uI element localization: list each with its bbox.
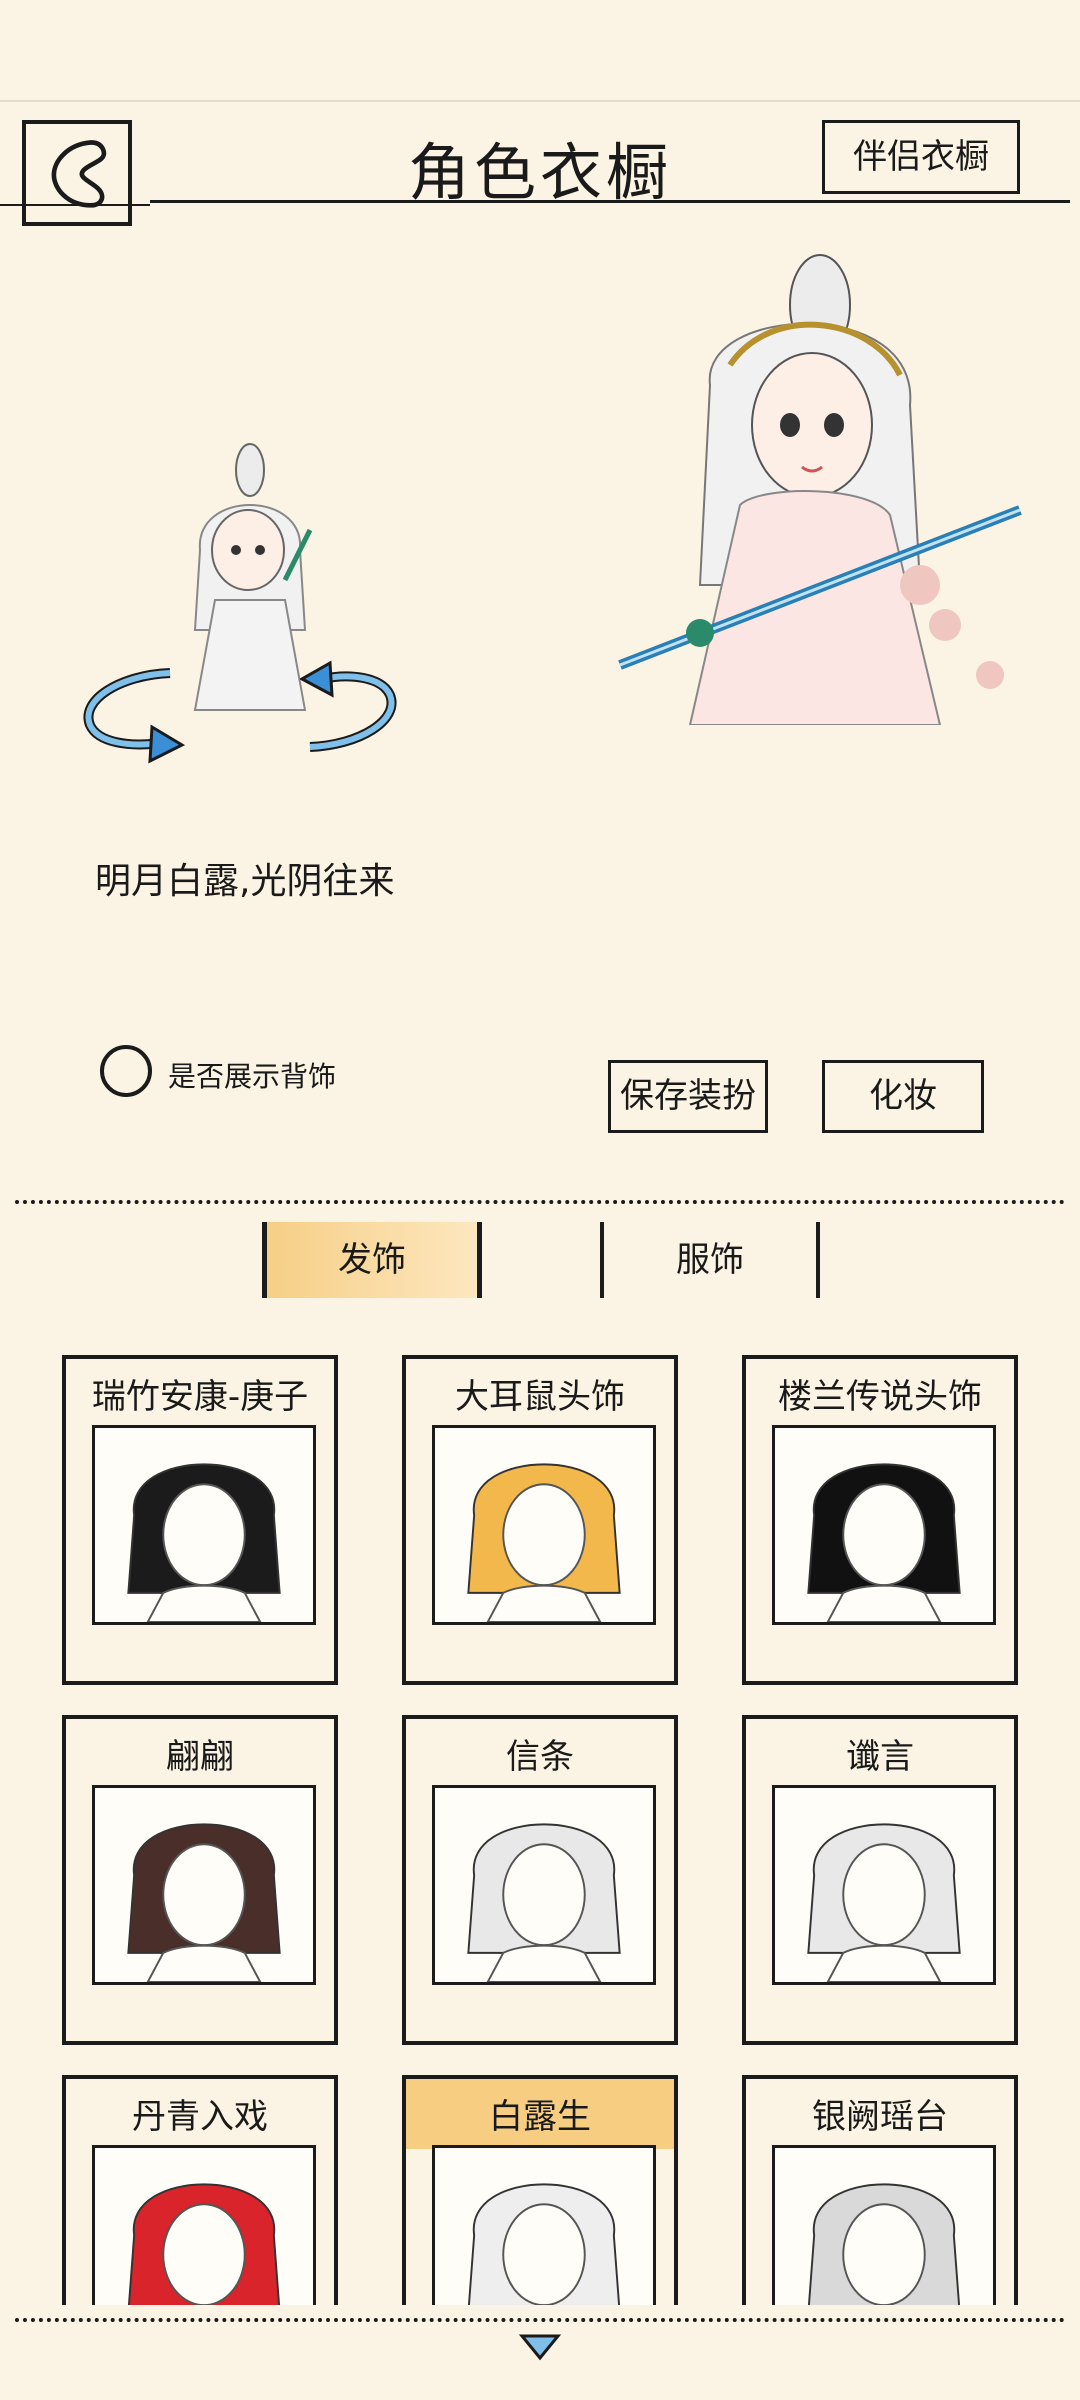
scroll-down-icon[interactable] [518, 2332, 562, 2362]
item-name: 楼兰传说头饰 [778, 1377, 982, 1417]
rotate-left-icon[interactable] [70, 665, 190, 765]
item-preview-image [432, 1425, 656, 1625]
item-preview-image [772, 1425, 996, 1625]
section-divider-bottom [15, 2318, 1065, 2322]
item-name: 信条 [506, 1737, 574, 1777]
outfit-name: 明月白露,光阴往来 [95, 861, 395, 902]
show-back-ornament-radio[interactable] [100, 1045, 152, 1097]
item-card[interactable]: 谶言 [742, 1715, 1018, 2045]
item-preview-image [92, 1785, 316, 1985]
character-portrait [590, 245, 1030, 726]
item-card[interactable]: 瑞竹安康-庚子 [62, 1355, 338, 1685]
back-button[interactable] [22, 120, 132, 226]
item-name: 丹青入戏 [132, 2097, 268, 2137]
item-name: 白露生 [489, 2097, 591, 2137]
item-name: 银阙瑶台 [812, 2097, 948, 2137]
item-name: 大耳鼠头饰 [455, 1377, 625, 1417]
item-card[interactable]: 信条 [402, 1715, 678, 2045]
item-card[interactable]: 大耳鼠头饰 [402, 1355, 678, 1685]
item-grid: 瑞竹安康-庚子 大耳鼠头饰 楼兰传说头饰翩翩 信条 谶言丹青入戏 白露生 银阙瑶台 [62, 1355, 1022, 2305]
item-card[interactable]: 白露生 [402, 2075, 678, 2305]
item-preview-image [92, 2145, 316, 2305]
item-card[interactable]: 翩翩 [62, 1715, 338, 2045]
header-divider-left [0, 204, 150, 206]
save-outfit-button[interactable]: 保存装扮 [608, 1060, 768, 1133]
status-bar-area [0, 0, 1080, 102]
page-title: 角色衣橱 [407, 136, 672, 209]
tab-clothing[interactable]: 服饰 [600, 1222, 820, 1298]
show-back-ornament-label: 是否展示背饰 [168, 1060, 337, 1093]
back-arrow-icon [51, 140, 107, 208]
item-name: 翩翩 [166, 1737, 234, 1777]
rotate-right-icon[interactable] [298, 655, 410, 755]
item-card[interactable]: 银阙瑶台 [742, 2075, 1018, 2305]
item-preview-image [432, 2145, 656, 2305]
makeup-button[interactable]: 化妆 [822, 1060, 984, 1133]
item-preview-image [432, 1785, 656, 1985]
item-card[interactable]: 楼兰传说头饰 [742, 1355, 1018, 1685]
item-name: 瑞竹安康-庚子 [91, 1377, 309, 1417]
item-name: 谶言 [846, 1737, 914, 1777]
section-divider [15, 1200, 1065, 1204]
item-preview-image [772, 2145, 996, 2305]
item-preview-image [92, 1425, 316, 1625]
item-preview-image [772, 1785, 996, 1985]
item-card[interactable]: 丹青入戏 [62, 2075, 338, 2305]
header-divider [150, 200, 1070, 203]
tab-hair-accessories[interactable]: 发饰 [262, 1222, 482, 1298]
partner-wardrobe-button[interactable]: 伴侣衣橱 [822, 120, 1020, 194]
